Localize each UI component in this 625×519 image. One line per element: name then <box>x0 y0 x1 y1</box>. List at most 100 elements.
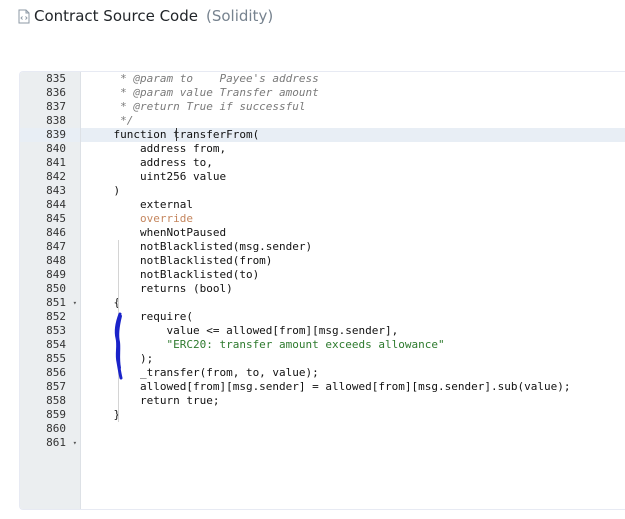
code-line[interactable]: ); <box>81 352 625 366</box>
fold-toggle-icon[interactable]: ▾ <box>73 436 77 450</box>
code-line-text: address from, <box>87 142 227 155</box>
code-line[interactable]: override <box>81 212 625 226</box>
line-number: 839 <box>20 128 80 142</box>
code-line[interactable]: uint256 value <box>81 170 625 184</box>
line-number-text: 854 <box>46 338 66 351</box>
code-line-text: address to, <box>87 156 213 169</box>
line-number: 854 <box>20 338 80 352</box>
code-line-text: notBlacklisted(msg.sender) <box>87 240 313 253</box>
page-title: Contract Source Code <box>34 7 198 25</box>
line-number-text: 855 <box>46 352 66 365</box>
line-number-text: 861 <box>46 436 66 449</box>
language-label: (Solidity) <box>205 7 274 25</box>
line-number: 846 <box>20 226 80 240</box>
line-number-text: 836 <box>46 86 66 99</box>
line-number: 843 <box>20 184 80 198</box>
code-line[interactable]: require( <box>81 310 625 324</box>
code-line[interactable]: address from, <box>81 142 625 156</box>
line-number: 845 <box>20 212 80 226</box>
line-number-text: 850 <box>46 282 66 295</box>
line-number-text: 851 <box>46 296 66 309</box>
code-line[interactable]: notBlacklisted(to) <box>81 268 625 282</box>
line-number: 852 <box>20 310 80 324</box>
code-line-text: ) <box>87 184 121 197</box>
code-line-text: notBlacklisted(from) <box>87 254 273 267</box>
code-line[interactable]: * @return True if successful <box>81 100 625 114</box>
line-number: 861 ▾ <box>20 436 80 450</box>
code-line-text: whenNotPaused <box>87 226 227 239</box>
code-line[interactable] <box>81 436 625 450</box>
fold-toggle-icon[interactable]: ▾ <box>73 296 77 310</box>
line-number-text: 848 <box>46 254 66 267</box>
code-line[interactable]: return true; <box>81 394 625 408</box>
line-number-text: 859 <box>46 408 66 421</box>
line-number: 842 <box>20 170 80 184</box>
code-line[interactable]: */ <box>81 114 625 128</box>
code-line-text: external <box>87 198 193 211</box>
code-line[interactable]: ) <box>81 184 625 198</box>
code-line[interactable]: address to, <box>81 156 625 170</box>
line-number: 855 <box>20 352 80 366</box>
line-number: 838 <box>20 114 80 128</box>
code-line[interactable]: returns (bool) <box>81 282 625 296</box>
code-area[interactable]: * @param to Payee's address * @param val… <box>81 72 625 509</box>
line-number: 857 <box>20 380 80 394</box>
code-line-text: notBlacklisted(to) <box>87 268 260 281</box>
line-number: 856 <box>20 366 80 380</box>
code-line-text: function transferFrom( <box>87 128 260 141</box>
line-number-text: 835 <box>46 72 66 85</box>
code-line-text: */ <box>87 114 134 127</box>
line-number-text: 841 <box>46 156 66 169</box>
line-number-text: 837 <box>46 100 66 113</box>
line-number: 851 ▾ <box>20 296 80 310</box>
line-number-gutter: 835 836 837 838 839 840 841 842 843 844 845 846 847 8… <box>20 72 81 509</box>
code-line[interactable]: _transfer(from, to, value); <box>81 366 625 380</box>
code-line[interactable]: } <box>81 408 625 422</box>
code-line[interactable]: value <= allowed[from][msg.sender], <box>81 324 625 338</box>
line-number-text: 852 <box>46 310 66 323</box>
code-line-text: * @param to Payee's address <box>87 72 319 85</box>
code-line[interactable]: external <box>81 198 625 212</box>
code-line[interactable]: { <box>81 296 625 310</box>
code-line-text: override <box>87 212 193 225</box>
line-number: 858 <box>20 394 80 408</box>
line-number-text: 845 <box>46 212 66 225</box>
code-line-text: * @return True if successful <box>87 100 306 113</box>
code-line[interactable]: * @param to Payee's address <box>81 72 625 86</box>
line-number: 853 <box>20 324 80 338</box>
code-line-text: returns (bool) <box>87 282 233 295</box>
code-line-text: require( <box>87 310 193 323</box>
line-number: 840 <box>20 142 80 156</box>
code-line-text: "ERC20: transfer amount exceeds allowanc… <box>87 338 445 351</box>
line-number: 847 <box>20 240 80 254</box>
code-line[interactable]: * @param value Transfer amount <box>81 86 625 100</box>
code-line[interactable]: "ERC20: transfer amount exceeds allowanc… <box>81 338 625 352</box>
pen-annotation-mark <box>114 312 123 380</box>
line-number-text: 842 <box>46 170 66 183</box>
line-number: 849 <box>20 268 80 282</box>
line-number: 859 <box>20 408 80 422</box>
code-line[interactable]: notBlacklisted(from) <box>81 254 625 268</box>
line-number-text: 846 <box>46 226 66 239</box>
file-code-icon <box>18 9 30 23</box>
line-number-text: 843 <box>46 184 66 197</box>
code-line-text: value <= allowed[from][msg.sender], <box>87 324 399 337</box>
text-cursor <box>176 128 177 141</box>
line-number-text: 838 <box>46 114 66 127</box>
line-number: 848 <box>20 254 80 268</box>
code-line[interactable]: whenNotPaused <box>81 226 625 240</box>
code-line-text: * @param value Transfer amount <box>87 86 319 99</box>
line-number-text: 844 <box>46 198 66 211</box>
code-line-text: uint256 value <box>87 170 227 183</box>
line-number: 844 <box>20 198 80 212</box>
code-line[interactable] <box>81 422 625 436</box>
line-number-text: 847 <box>46 240 66 253</box>
section-header: Contract Source Code (Solidity) <box>18 6 273 26</box>
code-line[interactable]: allowed[from][msg.sender] = allowed[from… <box>81 380 625 394</box>
code-editor[interactable]: 835 836 837 838 839 840 841 842 843 844 845 846 847 8… <box>19 71 625 510</box>
line-number: 837 <box>20 100 80 114</box>
code-line[interactable]: function transferFrom( <box>81 128 625 142</box>
line-number-text: 858 <box>46 394 66 407</box>
code-line[interactable]: notBlacklisted(msg.sender) <box>81 240 625 254</box>
line-number: 835 <box>20 72 80 86</box>
